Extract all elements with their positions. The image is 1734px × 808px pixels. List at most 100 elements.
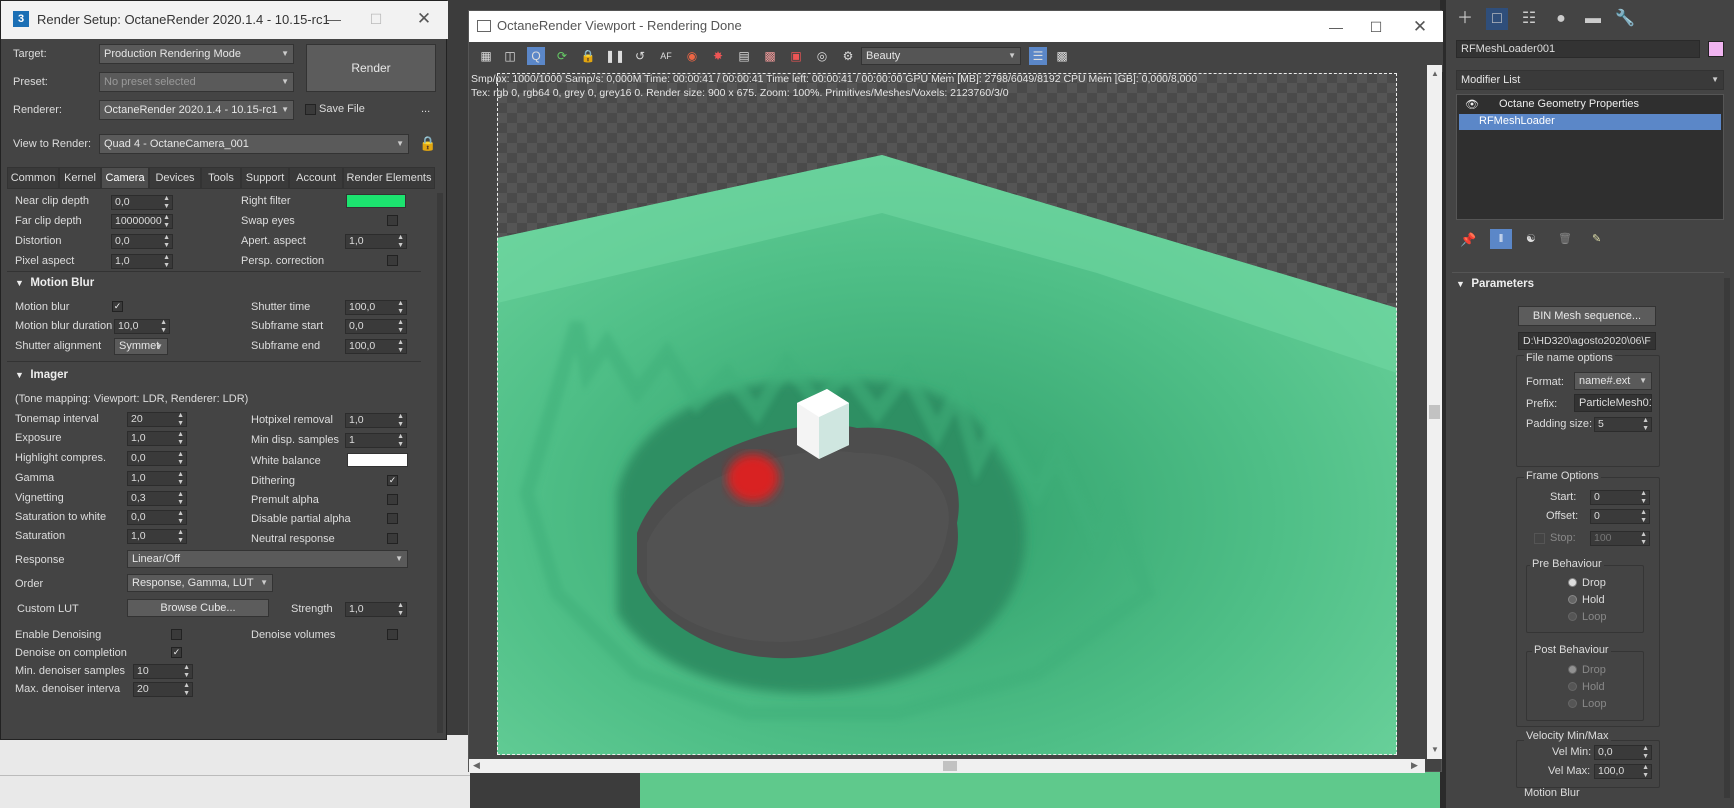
tab-devices[interactable]: Devices bbox=[149, 167, 201, 189]
modify-icon[interactable]: □ bbox=[1486, 8, 1508, 30]
subframe-start-spinner[interactable]: 0,0 ▲ ▼ bbox=[345, 319, 407, 334]
exposure-spinner[interactable]: 1,0 ▲ ▼ bbox=[127, 431, 187, 446]
near-clip-spinner[interactable]: 0,0 ▲ ▼ bbox=[111, 195, 173, 210]
tab-render-elements[interactable]: Render Elements bbox=[343, 167, 435, 189]
padding-spinner[interactable]: 5 ▲ ▼ bbox=[1594, 417, 1652, 432]
strength-spinner[interactable]: 1,0 ▲ ▼ bbox=[345, 602, 407, 617]
renderer-dropdown[interactable]: OctaneRender 2020.1.4 - 10.15-rc1 ▼ bbox=[99, 100, 294, 120]
mb-duration-spinner[interactable]: 10,0 ▲ ▼ bbox=[114, 319, 170, 334]
minimize-icon[interactable]: — bbox=[319, 7, 349, 31]
utilities-icon[interactable]: 🔧 bbox=[1614, 8, 1636, 30]
min-disp-spinner[interactable]: 1 ▲ ▼ bbox=[345, 433, 407, 448]
remove-modifier-icon[interactable]: 🗑 bbox=[1558, 232, 1572, 245]
min-denoise-spinner[interactable]: 10 ▲ ▼ bbox=[133, 664, 193, 679]
offset-spinner[interactable]: 0 ▲ ▼ bbox=[1590, 509, 1650, 524]
close-icon[interactable]: ✕ bbox=[1405, 15, 1435, 39]
lock-icon[interactable]: 🔒 bbox=[579, 47, 597, 65]
far-clip-spinner[interactable]: 10000000 ▲ ▼ bbox=[111, 214, 173, 229]
save-image-icon[interactable]: ▦ bbox=[477, 47, 495, 65]
scroll-thumb[interactable] bbox=[943, 761, 957, 771]
object-name-field[interactable]: RFMeshLoader001 bbox=[1456, 40, 1700, 58]
distortion-spinner[interactable]: 0,0 ▲ ▼ bbox=[111, 234, 173, 249]
denoise-completion-checkbox[interactable]: ✓ bbox=[171, 647, 182, 658]
post-hold-radio[interactable] bbox=[1568, 682, 1577, 691]
pixel-aspect-spinner[interactable]: 1,0 ▲ ▼ bbox=[111, 254, 173, 269]
tab-support[interactable]: Support bbox=[241, 167, 289, 189]
max-denoise-spinner[interactable]: 20 ▲ ▼ bbox=[133, 682, 193, 697]
imager-rollout[interactable]: ▼ Imager bbox=[15, 369, 68, 391]
target-dropdown[interactable]: Production Rendering Mode ▼ bbox=[99, 44, 294, 64]
pre-loop-radio[interactable] bbox=[1568, 612, 1577, 621]
order-dropdown[interactable]: Response, Gamma, LUT ▼ bbox=[127, 574, 273, 592]
maximize-icon[interactable]: ☐ bbox=[361, 7, 391, 31]
command-panel-scrollbar[interactable] bbox=[1724, 278, 1730, 798]
post-loop-radio[interactable] bbox=[1568, 699, 1577, 708]
af-icon[interactable]: AF bbox=[657, 47, 675, 65]
bin-mesh-sequence-button[interactable]: BIN Mesh sequence... bbox=[1518, 306, 1656, 326]
show-end-result-icon[interactable]: ‖ bbox=[1490, 229, 1512, 249]
tab-common[interactable]: Common bbox=[7, 167, 59, 189]
vel-min-spinner[interactable]: 0,0 ▲ ▼ bbox=[1594, 745, 1652, 760]
scroll-right-icon[interactable]: ▶ bbox=[1411, 760, 1418, 771]
scroll-thumb[interactable] bbox=[1429, 405, 1440, 419]
swap-eyes-checkbox[interactable] bbox=[387, 215, 398, 226]
neutral-response-checkbox[interactable] bbox=[387, 533, 398, 544]
denoise-volumes-checkbox[interactable] bbox=[387, 629, 398, 640]
settings-icon[interactable]: ⚙ bbox=[839, 47, 857, 65]
configure-icon[interactable]: ✎ bbox=[1592, 232, 1601, 245]
motion-icon[interactable]: ● bbox=[1550, 8, 1572, 30]
saturation-spinner[interactable]: 1,0 ▲ ▼ bbox=[127, 529, 187, 544]
pass-dropdown[interactable]: Beauty ▼ bbox=[861, 47, 1021, 65]
pin-icon[interactable]: 📌 bbox=[1460, 232, 1476, 248]
maximize-icon[interactable]: ☐ bbox=[1361, 15, 1391, 39]
browse-cube-button[interactable]: Browse Cube... bbox=[127, 599, 269, 617]
refresh-icon[interactable]: ⟳ bbox=[553, 47, 571, 65]
close-icon[interactable]: ✕ bbox=[409, 7, 439, 31]
display-icon[interactable]: ▤ bbox=[735, 47, 753, 65]
white-balance-swatch[interactable] bbox=[347, 453, 408, 467]
start-spinner[interactable]: 0 ▲ ▼ bbox=[1590, 490, 1650, 505]
scroll-down-icon[interactable]: ▼ bbox=[1431, 745, 1439, 754]
tab-kernel[interactable]: Kernel bbox=[59, 167, 101, 189]
shutter-align-dropdown[interactable]: Symmet ▼ bbox=[114, 338, 168, 355]
camera-icon[interactable]: ◎ bbox=[813, 47, 831, 65]
eye-icon[interactable]: 👁 bbox=[1465, 98, 1479, 111]
region-icon[interactable]: Q bbox=[527, 47, 545, 65]
motion-blur-rollout[interactable]: ▼ Motion Blur bbox=[15, 277, 94, 299]
subframe-end-spinner[interactable]: 100,0 ▲ ▼ bbox=[345, 339, 407, 354]
tab-account[interactable]: Account bbox=[289, 167, 343, 189]
render-setup-scrollbar[interactable] bbox=[437, 193, 443, 733]
disable-partial-checkbox[interactable] bbox=[387, 513, 398, 524]
color-picker-icon[interactable]: ◉ bbox=[683, 47, 701, 65]
enable-denoise-checkbox[interactable] bbox=[171, 629, 182, 640]
gamma-spinner[interactable]: 1,0 ▲ ▼ bbox=[127, 471, 187, 486]
hotpixel-spinner[interactable]: 1,0 ▲ ▼ bbox=[345, 413, 407, 428]
motion-blur-checkbox[interactable]: ✓ bbox=[112, 301, 123, 312]
parameters-rollout[interactable]: ▼ Parameters bbox=[1456, 278, 1534, 300]
create-icon[interactable]: ＋ bbox=[1454, 8, 1476, 30]
path-field[interactable]: D:\HD320\agosto2020\06\F bbox=[1518, 332, 1656, 350]
view-to-render-dropdown[interactable]: Quad 4 - OctaneCamera_001 ▼ bbox=[99, 134, 409, 154]
scroll-up-icon[interactable]: ▲ bbox=[1431, 69, 1439, 78]
format-dropdown[interactable]: name#.ext ▼ bbox=[1574, 372, 1652, 390]
dithering-checkbox[interactable]: ✓ bbox=[387, 475, 398, 486]
render-button[interactable]: Render bbox=[306, 44, 436, 92]
scroll-left-icon[interactable]: ◀ bbox=[473, 760, 480, 771]
post-drop-radio[interactable] bbox=[1568, 665, 1577, 674]
zoom-icon[interactable]: ▩ bbox=[1053, 47, 1071, 65]
sat-white-spinner[interactable]: 0,0 ▲ ▼ bbox=[127, 510, 187, 525]
right-filter-swatch[interactable] bbox=[346, 194, 406, 208]
pre-drop-radio[interactable] bbox=[1568, 578, 1577, 587]
minimize-icon[interactable]: — bbox=[1321, 15, 1351, 39]
tab-tools[interactable]: Tools bbox=[201, 167, 241, 189]
lock-icon[interactable]: 🔒 bbox=[419, 135, 436, 152]
stop-checkbox[interactable] bbox=[1534, 533, 1545, 544]
tab-camera[interactable]: Camera bbox=[101, 167, 149, 189]
restart-icon[interactable]: ↺ bbox=[631, 47, 649, 65]
prefix-field[interactable]: ParticleMesh01_ bbox=[1574, 394, 1652, 412]
render-canvas[interactable] bbox=[497, 73, 1397, 755]
hierarchy-icon[interactable]: ☷ bbox=[1518, 8, 1540, 30]
copy-icon[interactable]: ◫ bbox=[501, 47, 519, 65]
modifier-stack-item[interactable]: 👁 Octane Geometry Properties bbox=[1459, 97, 1721, 113]
response-dropdown[interactable]: Linear/Off ▼ bbox=[127, 550, 408, 568]
